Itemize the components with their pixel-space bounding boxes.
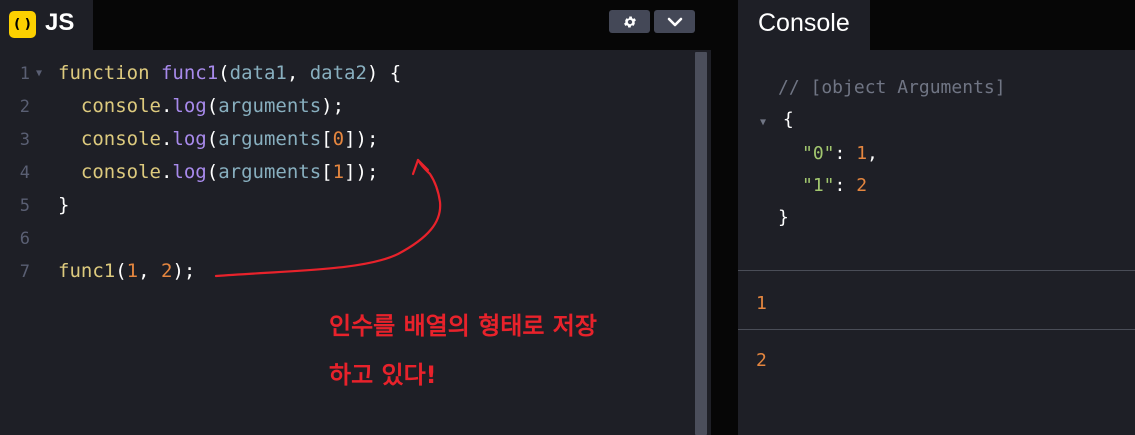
- object-key: "1": [802, 175, 835, 196]
- object-value: 1: [856, 143, 868, 164]
- log-number-value: 2: [756, 350, 767, 371]
- object-close-brace: }: [778, 207, 789, 228]
- console-log-entry: 1: [738, 288, 1135, 320]
- js-editor-pane: ( ) JS 1 ▼ 2 3 4 5 6 7 function func1(da…: [0, 0, 711, 435]
- console-log-comment: // [object Arguments]: [738, 72, 1135, 104]
- object-key: "0": [802, 143, 835, 164]
- console-separator: [738, 270, 1135, 271]
- console-separator: [738, 329, 1135, 330]
- pane-resize-divider[interactable]: [711, 0, 738, 435]
- console-log-object-close: }: [738, 202, 1135, 234]
- console-pane: Console // [object Arguments] ▼ { "0": 1…: [738, 0, 1135, 435]
- object-value: 2: [856, 175, 868, 196]
- log-number-value: 1: [756, 293, 767, 314]
- console-title: Console: [758, 9, 850, 37]
- object-colon: :: [834, 143, 857, 164]
- annotation-text-line1: 인수를 배열의 형태로 저장: [329, 312, 597, 340]
- console-log-object-entry: "1": 2: [738, 170, 1135, 202]
- console-tab[interactable]: Console: [738, 0, 870, 50]
- annotation-text-line2: 하고 있다!: [329, 361, 437, 389]
- console-log-object-open: ▼ {: [738, 104, 1135, 139]
- expand-caret-icon[interactable]: ▼: [760, 117, 766, 128]
- console-header: Console: [738, 0, 1135, 50]
- log-comment-text: // [object Arguments]: [778, 77, 1006, 98]
- console-log-object-entry: "0": 1,: [738, 138, 1135, 170]
- object-colon: :: [834, 175, 857, 196]
- console-log-entry: 2: [738, 345, 1135, 377]
- object-open-brace: {: [782, 109, 794, 130]
- object-comma: ,: [867, 143, 878, 164]
